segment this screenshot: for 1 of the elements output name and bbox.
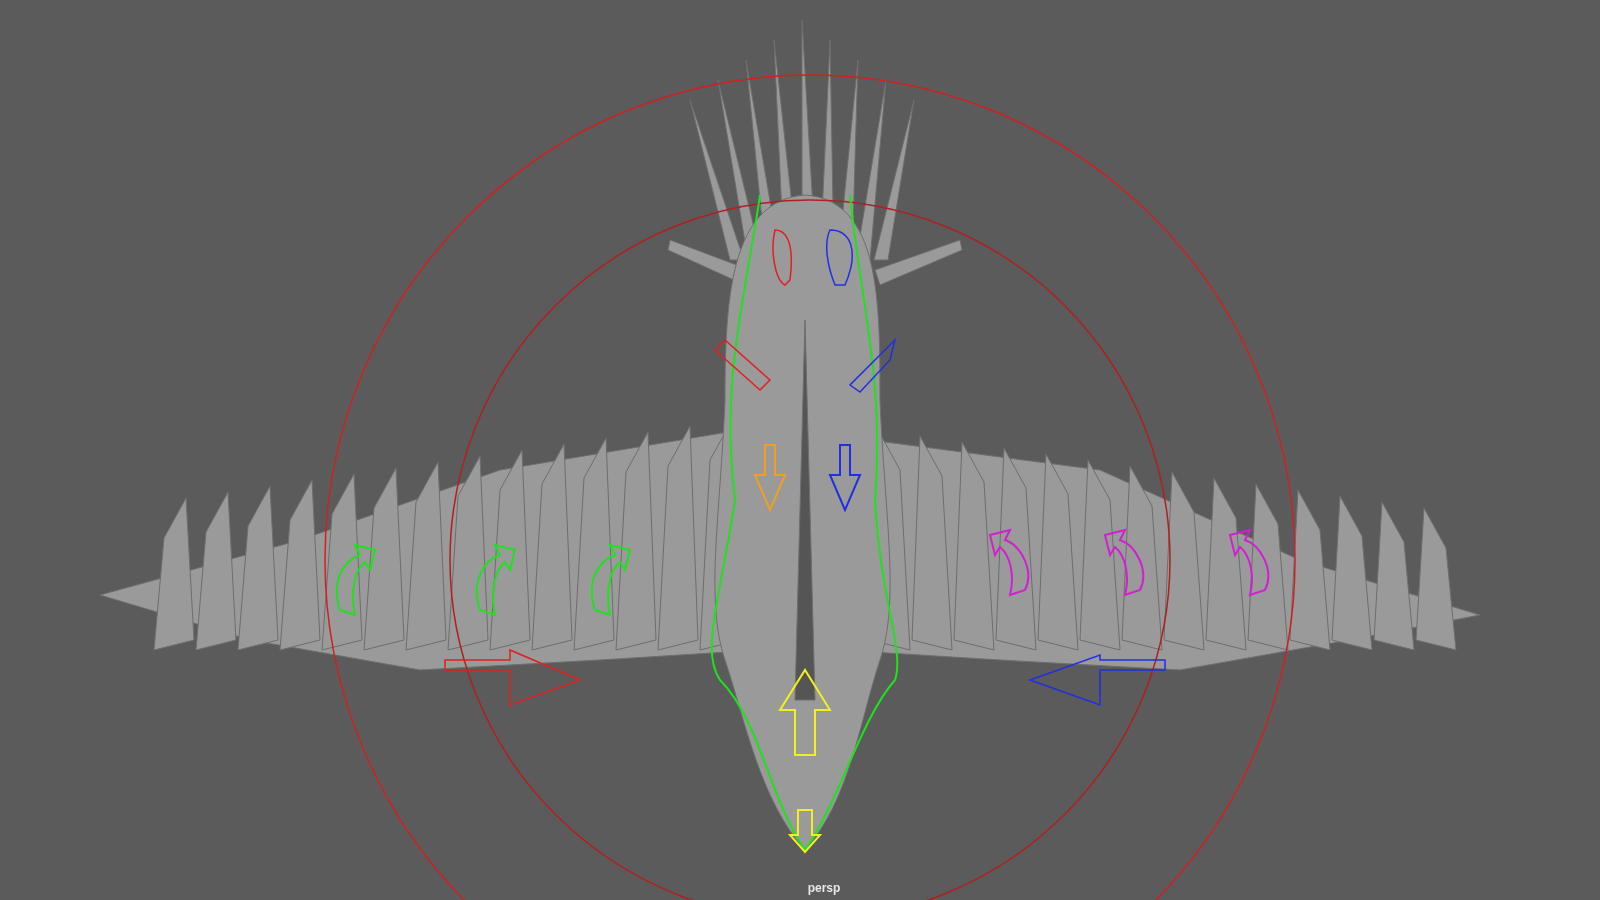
camera-label: persp: [806, 881, 841, 895]
